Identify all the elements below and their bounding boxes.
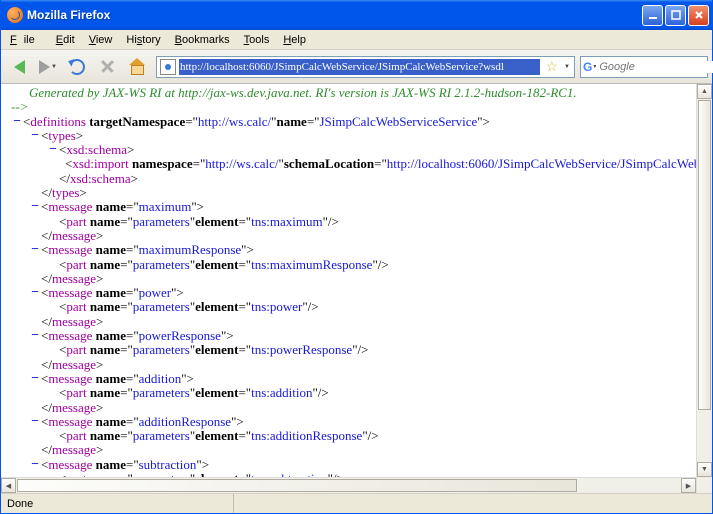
menu-edit[interactable]: Edit <box>49 32 82 48</box>
schema-close: </xsd:schema> <box>7 172 710 186</box>
menu-tools[interactable]: Tools <box>237 32 277 48</box>
message-close: </message> <box>7 358 710 372</box>
collapse-toggle[interactable]: − <box>29 458 41 472</box>
statusbar: Done <box>1 493 712 513</box>
google-icon[interactable]: G <box>583 59 592 75</box>
search-bar[interactable]: G ▾ <box>580 56 708 78</box>
message-close: </message> <box>7 315 710 329</box>
window-title: Mozilla Firefox <box>27 8 642 22</box>
maximize-button[interactable] <box>665 5 686 26</box>
collapse-toggle[interactable]: − <box>29 415 41 429</box>
menu-view[interactable]: View <box>82 32 120 48</box>
message-open: −<message name="maximumResponse"> <box>7 243 710 257</box>
status-text: Done <box>7 494 234 513</box>
horizontal-scrollbar[interactable]: ◀ ▶ <box>1 477 696 493</box>
back-button[interactable] <box>5 54 33 80</box>
part-element: <part name="parameters" element="tns:add… <box>7 429 710 443</box>
menu-file[interactable]: File <box>3 32 49 48</box>
scroll-up-button[interactable]: ▲ <box>697 84 712 99</box>
message-open: −<message name="power"> <box>7 286 710 300</box>
toolbar: ▼ ☆ ▼ G ▾ <box>1 50 712 84</box>
message-close: </message> <box>7 229 710 243</box>
message-close: </message> <box>7 443 710 457</box>
search-input[interactable] <box>596 61 713 73</box>
minimize-button[interactable] <box>642 5 663 26</box>
scroll-left-button[interactable]: ◀ <box>1 478 16 493</box>
collapse-toggle[interactable]: − <box>29 243 41 257</box>
xsd-import: <xsd:import namespace="http://ws.calc/" … <box>7 157 710 171</box>
menu-bookmarks[interactable]: Bookmarks <box>168 32 237 48</box>
collapse-toggle[interactable]: − <box>29 372 41 386</box>
home-icon <box>129 60 145 74</box>
arrow-left-icon <box>14 60 25 74</box>
types-open: −<types> <box>7 129 710 143</box>
scroll-thumb[interactable] <box>698 100 711 410</box>
collapse-toggle[interactable]: − <box>29 200 41 214</box>
chevron-down-icon: ▼ <box>51 64 57 70</box>
collapse-toggle[interactable]: − <box>29 286 41 300</box>
part-element: <part name="parameters" element="tns:pow… <box>7 300 710 314</box>
firefox-window: Mozilla Firefox File Edit View History B… <box>0 0 713 514</box>
types-close: </types> <box>7 186 710 200</box>
reload-button[interactable] <box>63 54 91 80</box>
vertical-scrollbar[interactable]: ▲ ▼ <box>696 84 712 493</box>
scroll-right-button[interactable]: ▶ <box>681 478 696 493</box>
content-area: Generated by JAX-WS RI at http://jax-ws.… <box>1 84 712 493</box>
message-close: </message> <box>7 272 710 286</box>
menu-help[interactable]: Help <box>276 32 313 48</box>
page-icon <box>160 59 176 75</box>
firefox-icon <box>7 7 23 23</box>
definitions-open: −<definitions targetNamespace="http://ws… <box>7 115 710 129</box>
close-button[interactable] <box>688 5 709 26</box>
menu-history[interactable]: History <box>119 32 167 48</box>
message-open: −<message name="addition"> <box>7 372 710 386</box>
message-open: −<message name="maximum"> <box>7 200 710 214</box>
part-element: <part name="parameters" element="tns:max… <box>7 258 710 272</box>
message-open: −<message name="subtraction"> <box>7 458 710 472</box>
status-icon <box>690 496 706 512</box>
reload-icon <box>69 59 85 75</box>
stop-icon <box>100 59 115 74</box>
arrow-right-icon <box>39 60 50 74</box>
url-bar[interactable]: ☆ ▼ <box>156 56 575 78</box>
scroll-down-button[interactable]: ▼ <box>697 462 712 477</box>
xml-comment-end: --> <box>11 100 28 114</box>
home-button[interactable] <box>123 54 151 80</box>
collapse-toggle[interactable]: − <box>29 329 41 343</box>
titlebar[interactable]: Mozilla Firefox <box>1 0 712 30</box>
message-close: </message> <box>7 401 710 415</box>
collapse-toggle[interactable]: − <box>47 143 59 157</box>
collapse-toggle[interactable]: − <box>29 129 41 143</box>
stop-button[interactable] <box>93 54 121 80</box>
chevron-down-icon[interactable]: ▼ <box>564 64 570 70</box>
part-element: <part name="parameters" element="tns:pow… <box>7 343 710 357</box>
scroll-thumb[interactable] <box>17 479 577 492</box>
xml-comment: Generated by JAX-WS RI at http://jax-ws.… <box>29 86 577 100</box>
bookmark-star-icon[interactable]: ☆ <box>545 58 558 75</box>
menubar: File Edit View History Bookmarks Tools H… <box>1 30 712 50</box>
message-open: −<message name="additionResponse"> <box>7 415 710 429</box>
part-element: <part name="parameters" element="tns:max… <box>7 215 710 229</box>
url-input[interactable] <box>179 59 540 75</box>
message-open: −<message name="powerResponse"> <box>7 329 710 343</box>
forward-button[interactable]: ▼ <box>35 54 61 80</box>
schema-open: −<xsd:schema> <box>7 143 710 157</box>
collapse-toggle[interactable]: − <box>11 115 23 129</box>
part-element: <part name="parameters" element="tns:add… <box>7 386 710 400</box>
xml-source: Generated by JAX-WS RI at http://jax-ws.… <box>1 84 712 493</box>
